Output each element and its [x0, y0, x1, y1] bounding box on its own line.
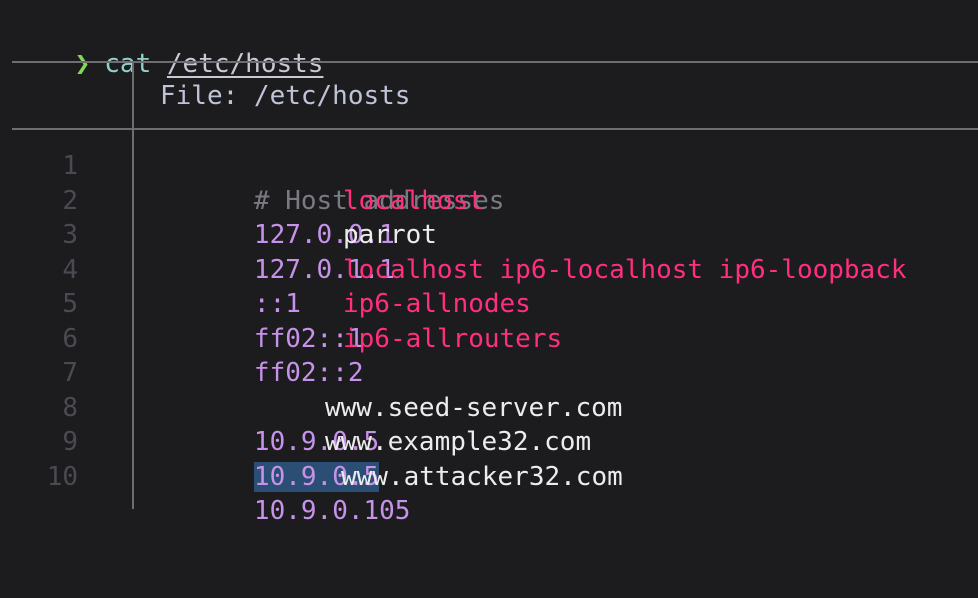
- ip-address: 10.9.0.105: [253, 496, 411, 526]
- command-argument-path[interactable]: /etc/hosts: [167, 49, 324, 79]
- header-top-divider: [12, 61, 978, 63]
- file-header: File: /etc/hosts: [160, 81, 411, 111]
- line-number: 6: [62, 323, 78, 354]
- hostname: ip6-allnodes: [343, 289, 531, 319]
- line-number: 5: [62, 289, 78, 319]
- line-number: 9: [62, 427, 78, 457]
- hostname: ip6-allrouters: [343, 323, 563, 354]
- code-line: 127.0.0.1 localhost: [160, 184, 978, 251]
- terminal-window: ❯ cat /etc/hosts File: /etc/hosts 1 2 3 4…: [0, 0, 978, 527]
- code-line: ff02::2 ip6-allrouters: [160, 322, 978, 389]
- shell-prompt: ❯ cat /etc/hosts: [12, 10, 324, 79]
- line-number: 4: [62, 254, 78, 285]
- code-line: 10.9.0.5 www.example32.com: [160, 425, 978, 492]
- code-line: 127.0.1.1 parrot: [160, 218, 978, 285]
- prompt-chevron-icon: ❯: [74, 49, 91, 79]
- line-number: 7: [62, 358, 78, 388]
- code-line: 10.9.0.5 www.seed-server.com: [160, 391, 978, 458]
- line-number: 1: [62, 151, 78, 181]
- code-line: ff02::1 ip6-allnodes: [160, 287, 978, 354]
- line-number: 8: [62, 392, 78, 423]
- code-line: # Host addresses: [160, 149, 978, 216]
- hostname: www.attacker32.com: [341, 461, 623, 492]
- header-bottom-divider: [12, 128, 978, 130]
- file-content[interactable]: # Host addresses 127.0.0.1 localhost 127…: [160, 149, 978, 527]
- line-number-gutter: 1 2 3 4 5 6 7 8 9 10: [0, 149, 96, 494]
- hostname: localhost ip6-localhost ip6-loopback: [343, 254, 907, 285]
- line-number: 2: [62, 185, 78, 216]
- command-name: cat: [104, 49, 152, 79]
- hostname: www.example32.com: [325, 427, 592, 457]
- hostname: localhost: [343, 185, 484, 216]
- hostname: parrot: [343, 220, 437, 250]
- line-number: 10: [46, 461, 78, 492]
- hostname: www.seed-server.com: [325, 392, 623, 423]
- code-line: ::1 localhost ip6-localhost ip6-loopback: [160, 253, 978, 320]
- line-number: 3: [62, 220, 78, 250]
- code-line: 10.9.0.105 www.attacker32.com: [160, 460, 978, 527]
